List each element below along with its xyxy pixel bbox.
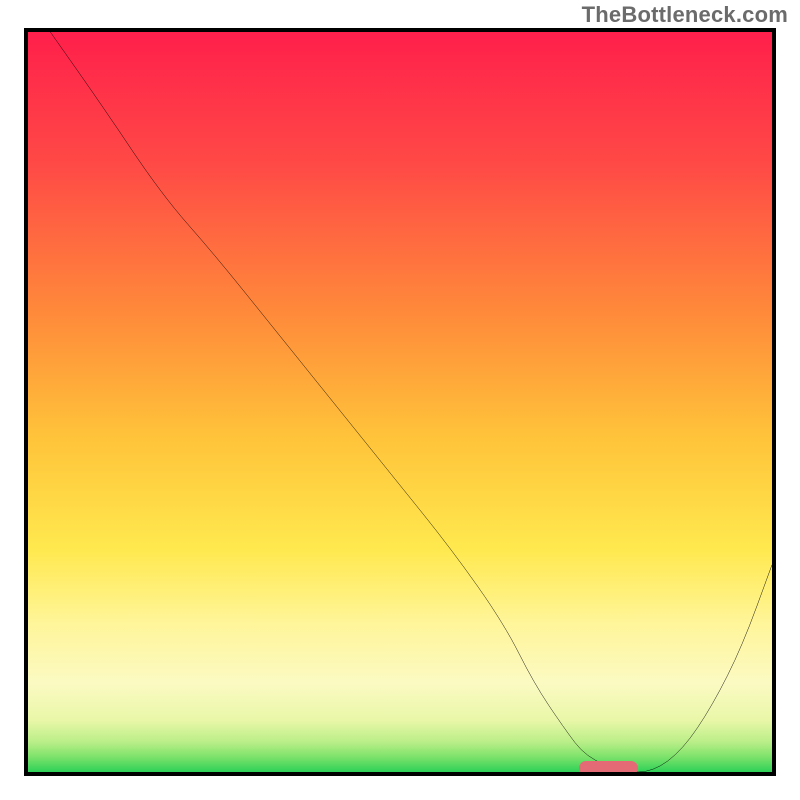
optimal-range-marker <box>579 761 639 775</box>
bottleneck-chart: TheBottleneck.com <box>0 0 800 800</box>
watermark-text: TheBottleneck.com <box>582 2 788 28</box>
plot-area <box>24 28 776 776</box>
bottleneck-curve-path <box>50 32 772 772</box>
curve-layer <box>28 32 772 772</box>
